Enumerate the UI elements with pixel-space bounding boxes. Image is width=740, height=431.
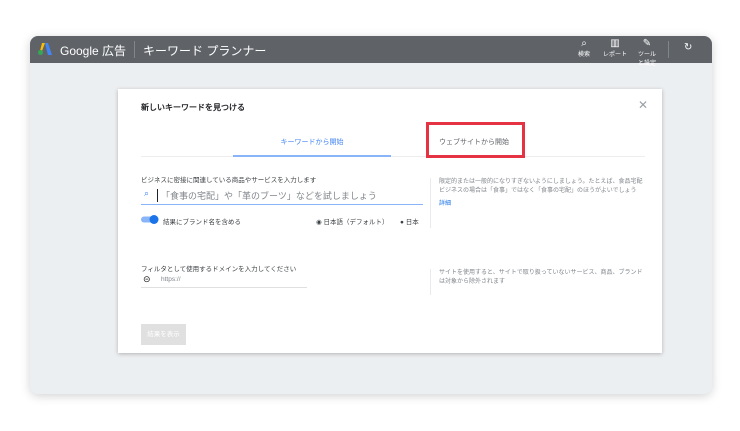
keyword-tip: 限定的または一般的になりすぎないようにしましょう。たとえば、食品宅配ビジネスの場… bbox=[430, 178, 645, 228]
page-title: キーワード プランナー bbox=[143, 44, 267, 58]
report-button[interactable]: ▥ レポート bbox=[603, 38, 627, 58]
wrench-icon: ✎ bbox=[642, 38, 652, 49]
dialog-title: 新しいキーワードを見つける bbox=[141, 103, 245, 112]
refresh-button[interactable]: ↻ bbox=[684, 42, 692, 53]
tab-start-with-keywords[interactable]: キーワードから開始 bbox=[233, 129, 391, 157]
show-results-button[interactable]: 結果を表示 bbox=[141, 324, 186, 345]
brand-name: Google 広告 bbox=[60, 44, 127, 58]
keyword-input[interactable]: ⌕ 「食事の宅配」や「革のブーツ」などを試しましょう bbox=[141, 186, 423, 205]
highlight-box bbox=[426, 122, 525, 158]
domain-input[interactable]: ⊝ https:// bbox=[141, 272, 307, 288]
tools-button[interactable]: ✎ ツールと設定 bbox=[636, 38, 658, 67]
brand-toggle-label: 結果にブランド名を含める bbox=[163, 219, 241, 226]
report-icon: ▥ bbox=[610, 38, 620, 49]
app-window: Google 広告 キーワード プランナー ⌕ 検索 ▥ レポート ✎ ツールと設定 … bbox=[30, 36, 712, 394]
search-button[interactable]: ⌕ 検索 bbox=[578, 38, 590, 58]
learn-more-link[interactable]: 詳細 bbox=[439, 200, 645, 209]
brand-toggle[interactable] bbox=[141, 215, 159, 224]
keyword-label: ビジネスに密接に関連している商品やサービスを入力します bbox=[141, 177, 317, 184]
refresh-icon: ↻ bbox=[684, 42, 693, 53]
google-ads-logo bbox=[38, 43, 52, 55]
domain-tip: サイトを使用すると、サイトで取り扱っていないサービス、商品、ブランドは対象から除… bbox=[430, 269, 645, 295]
close-icon[interactable]: ✕ bbox=[638, 98, 648, 112]
tab-bar: キーワードから開始 ウェブサイトから開始 bbox=[141, 129, 645, 157]
top-bar: Google 広告 キーワード プランナー ⌕ 検索 ▥ レポート ✎ ツールと設定 … bbox=[30, 36, 712, 67]
search-icon: ⌕ bbox=[144, 188, 150, 198]
location-selector[interactable]: ● 日本 bbox=[400, 216, 419, 226]
search-icon: ⌕ bbox=[581, 38, 587, 49]
divider bbox=[668, 41, 669, 58]
link-icon: ⊝ bbox=[143, 274, 151, 284]
language-selector[interactable]: ◉ 日本語（デフォルト） bbox=[316, 216, 388, 226]
divider bbox=[134, 41, 135, 58]
find-keywords-dialog: 新しいキーワードを見つける ✕ キーワードから開始 ウェブサイトから開始 ビジネ… bbox=[118, 89, 662, 353]
